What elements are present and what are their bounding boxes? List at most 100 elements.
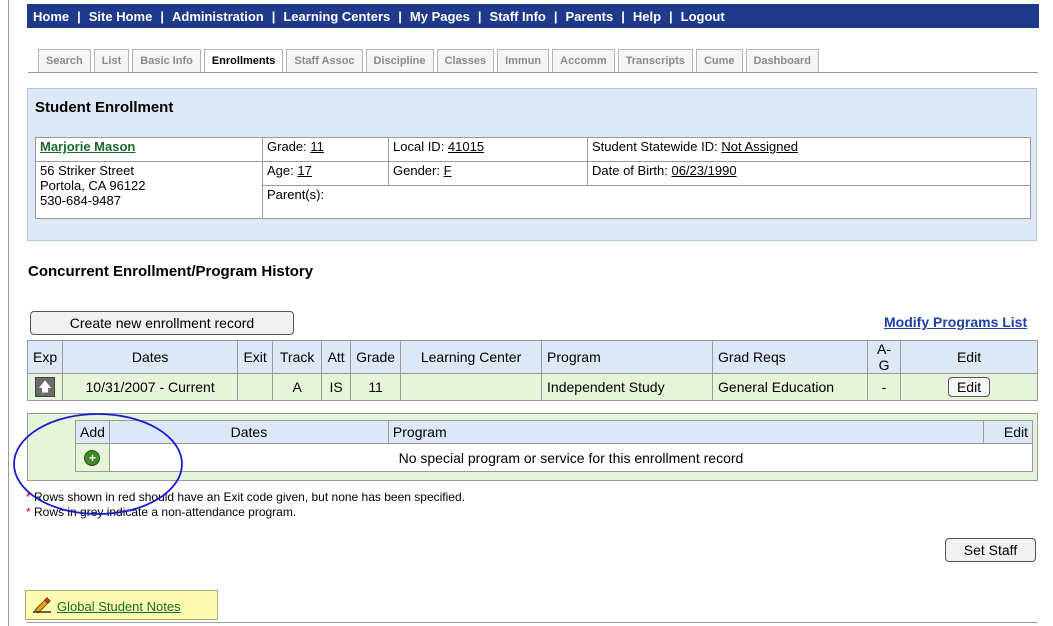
sub-col-add: Add xyxy=(75,420,110,444)
local-id-label: Local ID: xyxy=(393,139,448,154)
col-grad-reqs: Grad Reqs xyxy=(712,340,869,374)
local-id-cell: Local ID: 41015 xyxy=(388,137,588,162)
nav-learning-centers[interactable]: Learning Centers xyxy=(277,9,396,24)
special-programs-table: Add Dates Program Edit + No special prog… xyxy=(75,420,1034,472)
modify-programs-link[interactable]: Modify Programs List xyxy=(884,314,1027,330)
ssid-label: Student Statewide ID: xyxy=(592,139,722,154)
tab-accomm[interactable]: Accomm xyxy=(552,49,615,72)
nav-separator: | xyxy=(621,8,625,24)
nav-site-home[interactable]: Site Home xyxy=(83,9,159,24)
tab-discipline[interactable]: Discipline xyxy=(365,49,434,72)
tab-divider xyxy=(28,72,1038,73)
nav-separator: | xyxy=(160,8,164,24)
grade-value[interactable]: 11 xyxy=(310,139,324,154)
nav-my-pages[interactable]: My Pages xyxy=(404,9,476,24)
col-exp: Exp xyxy=(26,340,64,374)
gender-value[interactable]: F xyxy=(444,163,452,178)
nav-separator: | xyxy=(477,8,482,24)
col-program: Program xyxy=(541,340,714,374)
dates-cell: 10/31/2007 - Current xyxy=(62,373,239,401)
local-id-value[interactable]: 41015 xyxy=(448,139,484,154)
grade-cell: 11 xyxy=(350,373,402,401)
tab-transcripts[interactable]: Transcripts xyxy=(617,49,693,72)
nav-staff-info[interactable]: Staff Info xyxy=(484,9,552,24)
tab-cume[interactable]: Cume xyxy=(695,49,743,72)
nav-parents[interactable]: Parents xyxy=(560,9,620,24)
tab-dashboard[interactable]: Dashboard xyxy=(745,49,819,72)
special-programs-header: Add Dates Program Edit xyxy=(75,420,1033,444)
nav-separator: | xyxy=(669,8,673,24)
exit-cell xyxy=(237,373,274,401)
learning-center-cell xyxy=(400,373,543,401)
panel-title: Student Enrollment xyxy=(35,99,174,116)
gender-label: Gender: xyxy=(393,163,444,178)
nav-help[interactable]: Help xyxy=(627,9,667,24)
dob-cell: Date of Birth: 06/23/1990 xyxy=(587,161,1031,186)
age-value[interactable]: 17 xyxy=(297,163,311,178)
asterisk: * xyxy=(26,505,31,519)
history-title: Concurrent Enrollment/Program History xyxy=(28,263,314,280)
tab-list[interactable]: List xyxy=(93,49,130,72)
tab-classes[interactable]: Classes xyxy=(436,49,495,72)
table-row: 🡅 10/31/2007 - Current A IS 11 Independe… xyxy=(26,373,1038,401)
ag-cell: - xyxy=(867,373,902,401)
pencil-icon xyxy=(33,597,51,613)
plus-circle-icon[interactable]: + xyxy=(84,450,101,466)
asterisk: * xyxy=(26,490,31,504)
address-line-2: Portola, CA 96122 xyxy=(40,178,146,193)
col-learning-center: Learning Center xyxy=(400,340,543,374)
sub-col-dates: Dates xyxy=(108,420,389,444)
note-red-text: Rows shown in red should have an Exit co… xyxy=(34,490,465,504)
sub-col-program: Program xyxy=(387,420,985,444)
track-cell: A xyxy=(272,373,323,401)
table-row: + No special program or service for this… xyxy=(75,443,1034,472)
age-cell: Age: 17 xyxy=(262,161,389,186)
gender-cell: Gender: F xyxy=(388,161,588,186)
dob-value[interactable]: 06/23/1990 xyxy=(671,163,736,178)
tab-enrollments[interactable]: Enrollments xyxy=(203,49,284,72)
col-grade: Grade xyxy=(350,340,402,374)
tab-immun[interactable]: Immun xyxy=(497,49,550,72)
nav-administration[interactable]: Administration xyxy=(166,9,270,24)
nav-home[interactable]: Home xyxy=(27,9,75,24)
global-notes-button[interactable]: Global Student Notes xyxy=(25,590,218,620)
top-navigation-bar: Home | Site Home | Administration | Learnin… xyxy=(27,4,1039,28)
add-cell: + xyxy=(75,443,110,472)
student-name-link[interactable]: Marjorie Mason xyxy=(40,139,135,154)
bottom-divider xyxy=(27,622,1037,623)
tab-staff-assoc[interactable]: Staff Assoc xyxy=(286,49,363,72)
nav-separator: | xyxy=(77,8,81,24)
special-programs-panel: Add Dates Program Edit + No special prog… xyxy=(27,413,1038,481)
note-red-rows: * Rows shown in red should have an Exit … xyxy=(26,490,465,505)
set-staff-button[interactable]: Set Staff xyxy=(945,538,1036,562)
grad-reqs-cell: General Education xyxy=(712,373,869,401)
tab-basic-info[interactable]: Basic Info xyxy=(132,49,201,72)
arrow-up-icon[interactable]: 🡅 xyxy=(35,377,56,397)
col-ag: A-G xyxy=(867,340,902,374)
student-name-cell: Marjorie Mason xyxy=(35,137,263,162)
nav-logout[interactable]: Logout xyxy=(675,9,731,24)
legend-notes: * Rows shown in red should have an Exit … xyxy=(26,490,465,520)
col-exit: Exit xyxy=(237,340,274,374)
exp-cell: 🡅 xyxy=(26,373,64,401)
address-cell: 56 Striker Street Portola, CA 96122 530-… xyxy=(35,161,263,219)
ssid-cell: Student Statewide ID: Not Assigned xyxy=(587,137,1031,162)
enrollment-header-row: Exp Dates Exit Track Att Grade Learning … xyxy=(26,340,1038,374)
nav-separator: | xyxy=(553,8,558,24)
create-enrollment-button[interactable]: Create new enrollment record xyxy=(30,311,294,335)
col-dates: Dates xyxy=(62,340,239,374)
parents-cell: Parent(s): xyxy=(262,185,1031,219)
grade-label: Grade: xyxy=(267,139,311,154)
att-cell: IS xyxy=(321,373,352,401)
phone-number: 530-684-9487 xyxy=(40,193,121,208)
col-att: Att xyxy=(321,340,352,374)
tab-search[interactable]: Search xyxy=(38,49,91,72)
col-edit: Edit xyxy=(900,340,1038,374)
parents-label: Parent(s): xyxy=(267,187,325,202)
empty-message: No special program or service for this e… xyxy=(108,443,1034,472)
student-enrollment-panel: Student Enrollment Marjorie Mason Grade:… xyxy=(27,88,1037,241)
note-grey-text: Rows in grey indicate a non-attendance p… xyxy=(34,505,297,519)
edit-button[interactable]: Edit xyxy=(947,377,991,397)
ssid-value[interactable]: Not Assigned xyxy=(721,139,798,154)
age-label: Age: xyxy=(267,163,298,178)
